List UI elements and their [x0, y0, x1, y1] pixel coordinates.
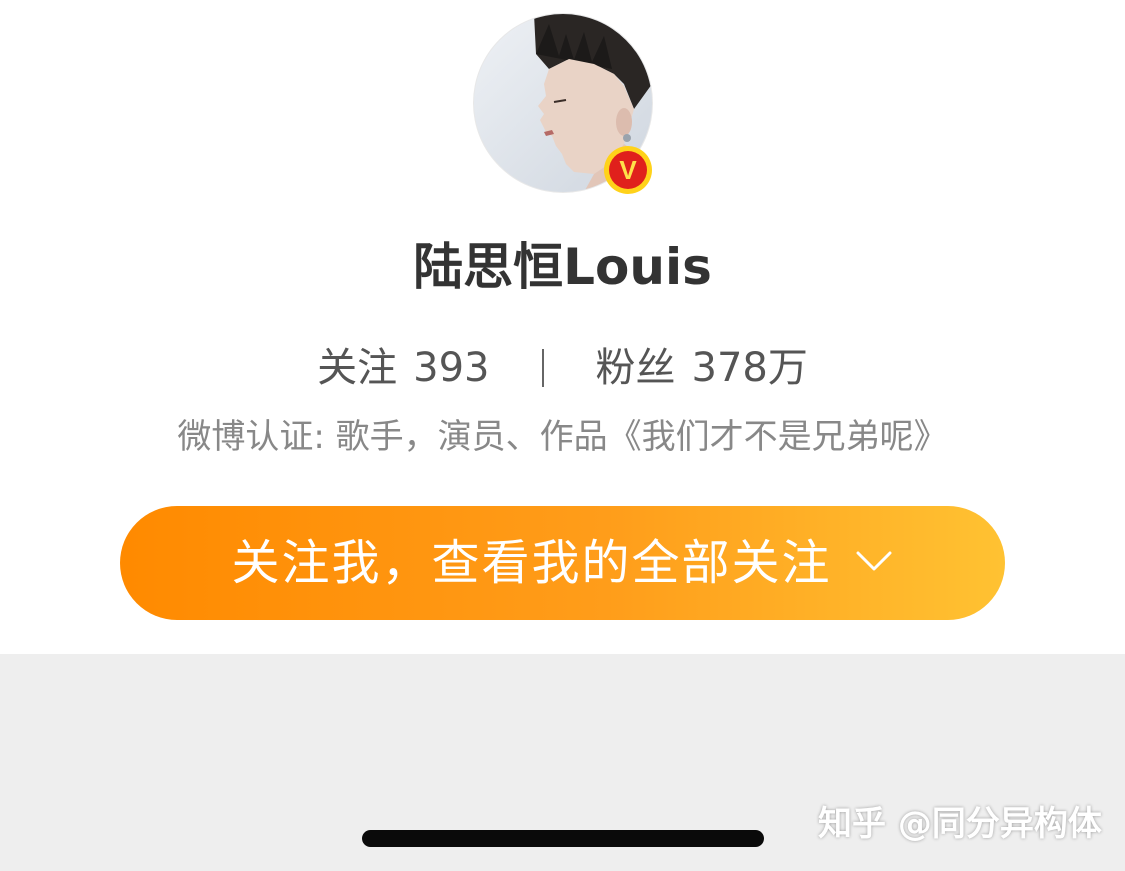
home-indicator[interactable] [362, 830, 764, 847]
following-stat[interactable]: 关注 393 [317, 340, 489, 396]
profile-page: V 陆思恒Louis 关注 393 粉丝 378万 微博认证: 歌手，演员、作品《我… [0, 0, 1125, 871]
chevron-down-icon [854, 549, 894, 577]
follow-button[interactable]: 关注我，查看我的全部关注 [120, 506, 1005, 620]
verification-text: 微博认证: 歌手，演员、作品《我们才不是兄弟呢》 [177, 417, 948, 457]
profile-name: 陆思恒Louis [413, 238, 712, 296]
verified-badge: V [604, 146, 652, 194]
verified-v-icon: V [609, 151, 647, 189]
followers-label: 粉丝 [595, 345, 676, 391]
followers-stat[interactable]: 粉丝 378万 [596, 340, 808, 396]
profile-header: V 陆思恒Louis 关注 393 粉丝 378万 微博认证: 歌手，演员、作品《我… [0, 0, 1125, 654]
following-count: 393 [413, 345, 490, 391]
watermark: 知乎 @同分异构体 [818, 804, 1102, 844]
followers-count: 378万 [691, 345, 808, 391]
profile-stats: 关注 393 粉丝 378万 [0, 340, 1125, 396]
follow-button-label: 关注我，查看我的全部关注 [231, 535, 832, 591]
following-label: 关注 [317, 345, 398, 391]
stats-divider [541, 349, 544, 387]
